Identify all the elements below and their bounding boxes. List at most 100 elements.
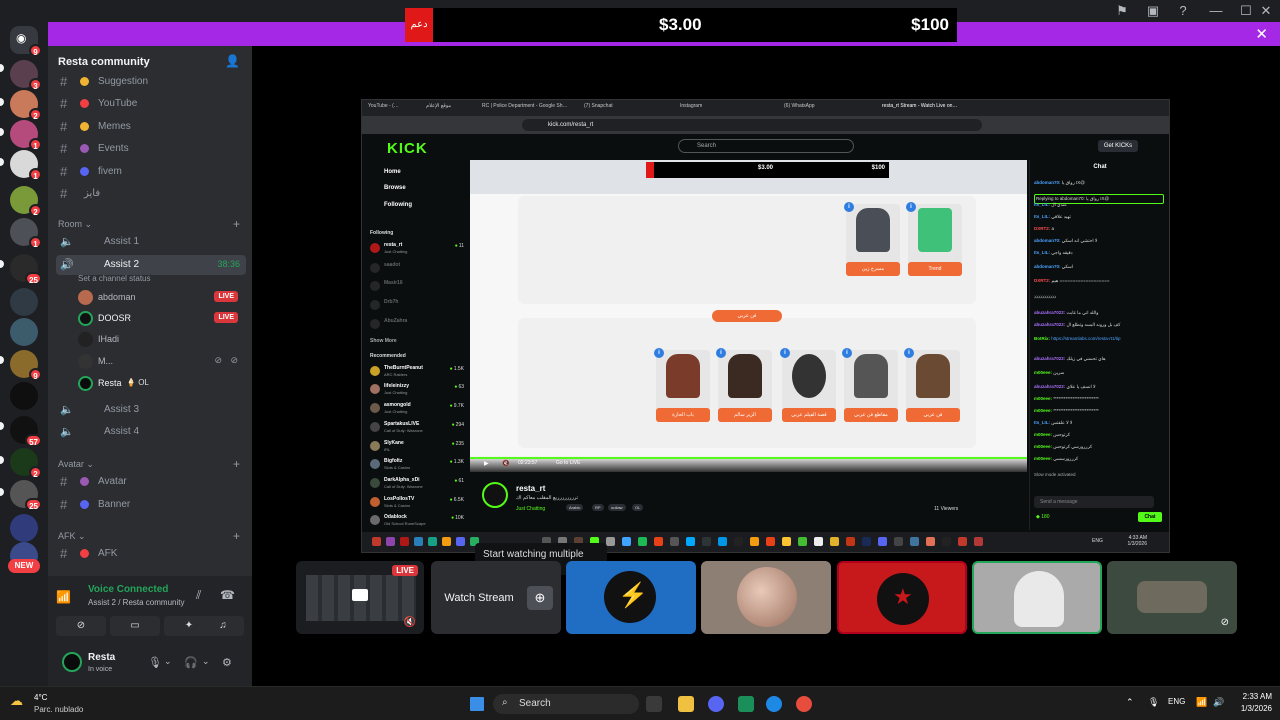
voice-connected-channel[interactable]: Assist 2 / Resta community <box>88 598 184 607</box>
user-name[interactable]: Resta <box>88 652 115 663</box>
channel-afk[interactable]: # AFK <box>56 544 246 564</box>
multi-stream-icon[interactable]: ⊕ <box>527 586 553 610</box>
server-icon[interactable]: 9 <box>10 350 42 381</box>
inbox-icon[interactable]: ▣ <box>1145 3 1161 19</box>
close-icon[interactable]: ✕ <box>1255 25 1268 43</box>
voice-channel-assist4[interactable]: 🔈 Assist 4 <box>56 422 246 442</box>
server-icon[interactable] <box>10 288 38 316</box>
channel-suggestion[interactable]: # Suggestion <box>56 72 246 92</box>
voice-user[interactable]: DOOSR LIVE <box>74 309 244 329</box>
voice-channel-assist2[interactable]: 🔊 Assist 2 38:36 <box>56 255 246 275</box>
category-avatar[interactable]: Avatar ⌄ <box>58 459 94 470</box>
channel-events[interactable]: # Events <box>56 139 246 159</box>
noise-suppression-icon[interactable]: ⫽ <box>196 588 201 603</box>
participant-tile[interactable]: ⊘ <box>1107 561 1237 634</box>
task-view-icon[interactable] <box>646 696 662 712</box>
volume-icon: 🔇 <box>502 461 510 467</box>
stream-tile-abdoman[interactable]: LIVE 🔇 <box>296 561 424 634</box>
app-icon[interactable] <box>738 696 754 712</box>
chevron-up-icon[interactable]: ⌃ <box>1126 697 1134 708</box>
shared-screen[interactable]: YouTube - (… موقع الإعلام RC | Police De… <box>361 99 1170 553</box>
chevron-down-icon[interactable]: ⌄ <box>202 656 210 667</box>
server-icon[interactable]: 2 <box>10 448 42 479</box>
server-icon[interactable] <box>10 382 38 410</box>
add-channel-icon[interactable]: + <box>233 217 240 231</box>
server-icon[interactable]: 3 <box>10 60 42 91</box>
participant-tile-speaking[interactable] <box>972 561 1102 634</box>
channel-youtube[interactable]: # YouTube <box>56 94 246 114</box>
server-icon[interactable]: 25 <box>10 480 42 511</box>
settings-icon[interactable]: ⚙ <box>222 656 232 669</box>
camera-off-button[interactable]: ⊘ <box>56 616 106 636</box>
voice-channel-assist1[interactable]: 🔈 Assist 1 <box>56 232 246 252</box>
server-icon[interactable]: 2 <box>10 90 42 121</box>
windows-start-icon[interactable] <box>470 697 484 711</box>
close-icon[interactable]: ✕ <box>1258 3 1274 19</box>
voice-user[interactable]: M... ⊘ ⊘ <box>74 352 244 372</box>
signal-icon[interactable]: 📶 <box>56 590 71 604</box>
voice-connected-title[interactable]: Voice Connected <box>88 584 168 595</box>
unread-pip <box>0 98 4 106</box>
server-icon[interactable]: 1 <box>10 120 42 151</box>
home-icon[interactable]: ◉ 9 <box>10 26 42 57</box>
help-icon[interactable]: ? <box>1175 3 1191 19</box>
server-icon[interactable]: 2 <box>10 186 42 217</box>
watch-stream-button[interactable]: Watch Stream <box>439 588 519 608</box>
category-afk[interactable]: AFK ⌄ <box>58 531 86 542</box>
soundboard-button[interactable]: ♫ <box>202 616 244 636</box>
edge-icon[interactable] <box>766 696 782 712</box>
flag-icon[interactable]: ⚑ <box>1114 3 1130 19</box>
mic-icon[interactable]: 🎙 <box>1148 697 1159 708</box>
maximize-icon[interactable]: ☐ <box>1238 3 1254 19</box>
channel-status[interactable]: Set a channel status <box>78 274 151 283</box>
clock-date[interactable]: 1/3/2026 <box>1232 704 1272 713</box>
mic-icon[interactable]: 🎙 <box>148 656 162 669</box>
channel-memes[interactable]: # Memes <box>56 117 246 137</box>
participant-tile[interactable] <box>701 561 831 634</box>
live-badge: LIVE <box>392 565 418 576</box>
channel-fivem[interactable]: # fivem <box>56 162 246 182</box>
disconnect-icon[interactable]: ☎ <box>220 588 235 602</box>
weather-desc[interactable]: Parc. nublado <box>34 705 83 714</box>
headphones-icon[interactable]: 🎧 <box>184 656 198 669</box>
server-icon[interactable]: 1 <box>10 150 42 181</box>
voice-user[interactable]: abdoman LIVE <box>74 288 244 308</box>
server-icon[interactable] <box>10 318 38 346</box>
participant-tile[interactable] <box>837 561 967 634</box>
clock-time[interactable]: 2:33 AM <box>1232 692 1272 701</box>
server-icon[interactable]: 25 <box>10 254 42 285</box>
channel-label: Assist 3 <box>104 404 140 415</box>
volume-icon[interactable]: 🔊 <box>1213 697 1224 708</box>
discord-icon[interactable] <box>708 696 724 712</box>
chevron-down-icon[interactable]: ⌄ <box>164 656 172 667</box>
channel-faiz[interactable]: # فايز <box>56 184 246 204</box>
voice-user[interactable]: Resta 🍦 OL <box>74 374 244 394</box>
weather-icon[interactable]: ☁ <box>10 693 23 709</box>
weather-temp[interactable]: 4°C <box>34 693 47 702</box>
kick-show-more: Show More <box>370 338 397 344</box>
server-icon[interactable]: 57 <box>10 416 42 447</box>
add-member-icon[interactable]: 👤 <box>225 54 240 68</box>
avatar[interactable] <box>62 652 82 672</box>
channel-avatar[interactable]: # Avatar <box>56 472 246 492</box>
language-indicator[interactable]: ENG <box>1168 697 1185 706</box>
taskbar-search[interactable]: Search <box>493 694 639 714</box>
voice-channel-assist3[interactable]: 🔈 Assist 3 <box>56 400 246 420</box>
chrome-icon[interactable] <box>796 696 812 712</box>
participant-tile[interactable] <box>566 561 696 634</box>
minimize-icon[interactable]: — <box>1208 3 1224 19</box>
add-channel-icon[interactable]: + <box>233 457 240 471</box>
file-explorer-icon[interactable] <box>678 696 694 712</box>
channel-banner[interactable]: # Banner <box>56 495 246 515</box>
category-room[interactable]: Room ⌄ <box>58 219 92 230</box>
add-channel-icon[interactable]: + <box>233 529 240 543</box>
channel-label: Banner <box>98 499 131 510</box>
screen-share-button[interactable]: ▭ <box>110 616 160 636</box>
voice-user[interactable]: IHadi <box>74 330 244 350</box>
stream-tile-doosr[interactable]: Watch Stream ⊕ <box>431 561 561 634</box>
wifi-icon[interactable]: 📶 <box>1196 697 1207 708</box>
avatar <box>78 290 93 305</box>
discord-server-icon[interactable]: 1 <box>10 218 42 249</box>
server-icon[interactable] <box>10 514 38 542</box>
new-badge[interactable]: NEW <box>8 559 40 573</box>
